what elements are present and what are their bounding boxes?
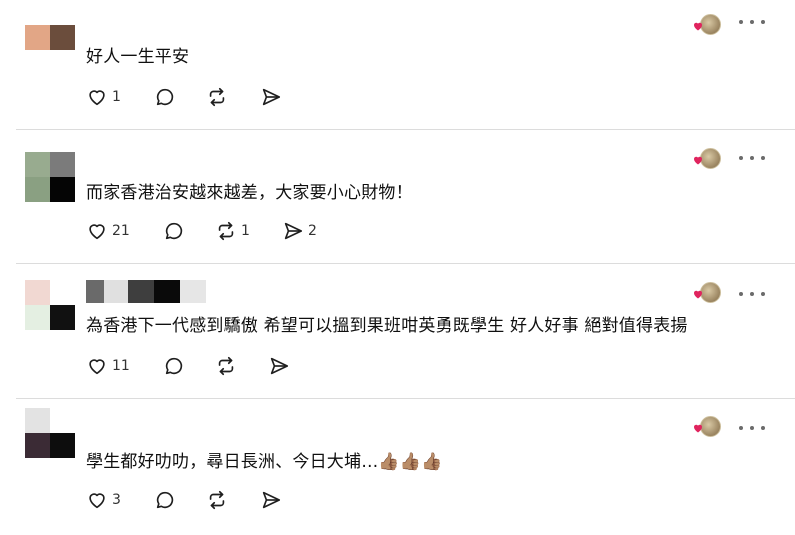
send-icon: [262, 491, 281, 509]
repost-icon: [218, 221, 234, 241]
repost-count: 1: [241, 223, 250, 239]
heart-icon: [89, 493, 105, 509]
heart-icon: [89, 359, 105, 375]
repost-icon: [209, 87, 225, 107]
share-count: 2: [308, 223, 317, 239]
comment-bubble-icon: [156, 491, 174, 509]
heart-icon: [89, 90, 105, 106]
reply-button[interactable]: [154, 84, 176, 110]
reply-button[interactable]: [163, 353, 185, 379]
send-icon: [270, 357, 289, 375]
more-options-button[interactable]: [739, 423, 765, 433]
reaction-indicator[interactable]: [692, 14, 722, 36]
avatar-pixelated[interactable]: [25, 280, 75, 330]
more-options-button[interactable]: [739, 289, 765, 299]
comment-text: 為香港下一代感到驕傲 希望可以搵到果班咁英勇既學生 好人好事 絕對值得表揚: [86, 316, 688, 336]
comment-bubble-icon: [165, 357, 183, 375]
repost-button[interactable]: 1: [215, 218, 250, 244]
reply-button[interactable]: [154, 487, 176, 513]
reply-button[interactable]: [163, 218, 185, 244]
comment-bubble-icon: [165, 222, 183, 240]
like-count: 21: [112, 223, 130, 239]
comment-bubble-icon: [156, 88, 174, 106]
heart-reaction-icon: [694, 424, 702, 433]
reaction-indicator[interactable]: [692, 416, 722, 438]
send-icon: [284, 222, 303, 240]
comment-item: 為香港下一代感到驕傲 希望可以搵到果班咁英勇既學生 好人好事 絕對值得表揚 11: [0, 264, 795, 398]
repost-button[interactable]: [215, 353, 237, 379]
heart-reaction-icon: [694, 156, 702, 165]
heart-reaction-icon: [694, 290, 702, 299]
like-button[interactable]: 1: [86, 84, 121, 110]
like-button[interactable]: 3: [86, 487, 121, 513]
reaction-indicator[interactable]: [692, 148, 722, 170]
username-pixelated[interactable]: [86, 280, 206, 303]
avatar-pixelated[interactable]: [25, 408, 75, 458]
more-options-button[interactable]: [739, 17, 765, 27]
reaction-indicator[interactable]: [692, 282, 722, 304]
heart-icon: [89, 224, 105, 240]
like-count: 11: [112, 358, 130, 374]
comment-item: 而家香港治安越來越差，大家要小心財物！ 21 1 2: [0, 130, 795, 263]
like-button[interactable]: 21: [86, 218, 130, 244]
comment-item: 學生都好叻叻，尋日長洲、今日大埔…👍🏽👍🏽👍🏽 3: [0, 399, 795, 535]
comment-item: 好人一生平安 1: [0, 0, 795, 129]
repost-icon: [218, 356, 234, 376]
like-count: 3: [112, 492, 121, 508]
comment-text: 好人一生平安: [86, 47, 190, 67]
avatar-pixelated[interactable]: [25, 152, 75, 202]
more-options-button[interactable]: [739, 153, 765, 163]
like-button[interactable]: 11: [86, 353, 130, 379]
comment-text: 學生都好叻叻，尋日長洲、今日大埔…👍🏽👍🏽👍🏽: [86, 452, 443, 472]
repost-button[interactable]: [206, 487, 228, 513]
send-icon: [262, 88, 281, 106]
repost-icon: [209, 490, 225, 510]
share-button[interactable]: 2: [282, 218, 317, 244]
repost-button[interactable]: [206, 84, 228, 110]
share-button[interactable]: [268, 353, 290, 379]
share-button[interactable]: [260, 84, 282, 110]
comment-text: 而家香港治安越來越差，大家要小心財物！: [86, 183, 413, 203]
avatar-pixelated[interactable]: [25, 25, 75, 50]
like-count: 1: [112, 89, 121, 105]
heart-reaction-icon: [694, 22, 702, 31]
share-button[interactable]: [260, 487, 282, 513]
